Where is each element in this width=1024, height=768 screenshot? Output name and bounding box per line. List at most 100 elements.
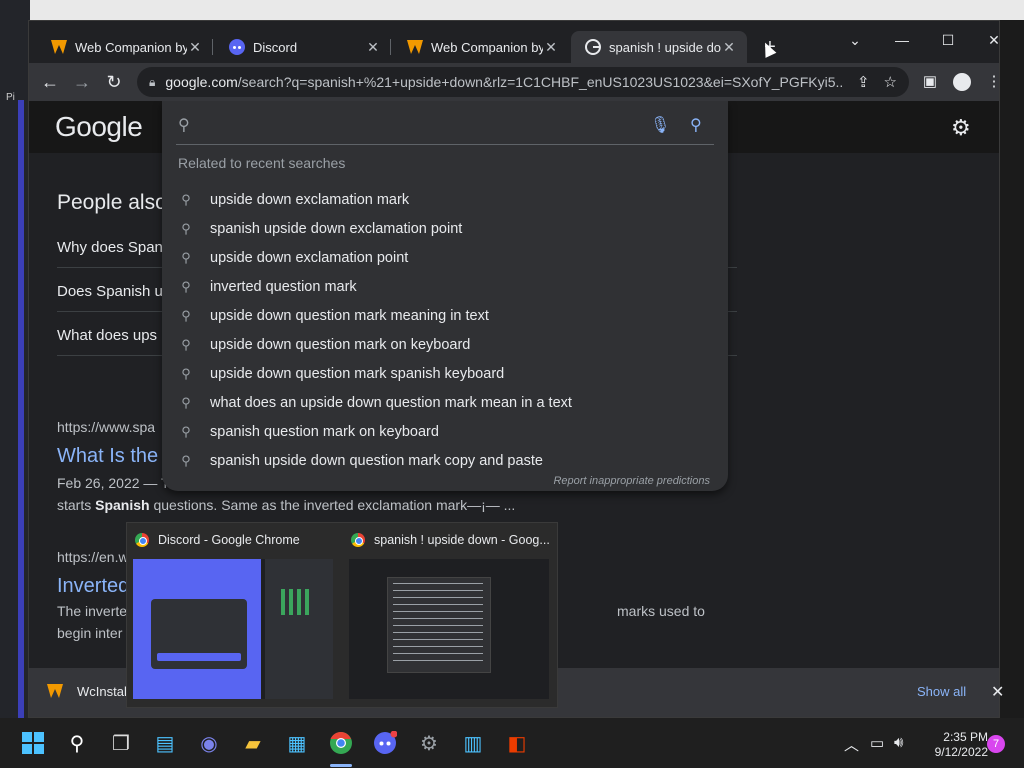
notification-badge[interactable]: 7 bbox=[987, 735, 1005, 753]
bookmark-star-icon[interactable]: ☆ bbox=[884, 73, 897, 91]
download-file-name[interactable]: WcInstal bbox=[77, 684, 127, 699]
suggestion-item[interactable]: ⚲ inverted question mark bbox=[162, 272, 728, 301]
volume-icon[interactable]: 🔊︎ bbox=[894, 734, 903, 751]
webcompanion-icon bbox=[47, 684, 63, 703]
office-icon[interactable]: ◧ bbox=[502, 728, 532, 758]
chrome-taskbar-icon[interactable] bbox=[326, 728, 356, 758]
minimize-button[interactable]: — bbox=[879, 25, 925, 55]
suggestion-item[interactable]: ⚲ what does an upside down question mark … bbox=[162, 388, 728, 417]
tab-label: Web Companion by A bbox=[75, 39, 187, 55]
result-title[interactable]: What Is the bbox=[57, 445, 158, 468]
search-box[interactable]: ⚲ 🎙︎ ⚲ bbox=[176, 109, 714, 145]
search-icon: ⚲ bbox=[181, 307, 191, 323]
microphone-icon[interactable]: 🎙︎ bbox=[650, 115, 670, 135]
address-bar[interactable]: 🔒︎ google.com/search?q=spanish+%21+upsid… bbox=[137, 67, 909, 97]
suggestion-item[interactable]: ⚲ spanish upside down question mark copy … bbox=[162, 446, 728, 475]
menu-icon[interactable]: ⋮ bbox=[981, 69, 1007, 95]
clock-date: 9/12/2022 bbox=[934, 745, 988, 759]
search-icon: ⚲ bbox=[181, 452, 191, 468]
close-tab-icon[interactable]: ✕ bbox=[721, 39, 737, 56]
suggestion-text: spanish upside down question mark copy a… bbox=[210, 452, 543, 469]
settings-gear-icon[interactable]: ⚙ bbox=[951, 115, 971, 141]
suggestion-item[interactable]: ⚲ spanish question mark on keyboard bbox=[162, 417, 728, 446]
browser-toolbar: ← → ↻ 🔒︎ google.com/search?q=spanish+%21… bbox=[29, 63, 1002, 101]
suggestion-text: spanish upside down exclamation point bbox=[210, 220, 463, 237]
suggestion-item[interactable]: ⚲ upside down question mark spanish keybo… bbox=[162, 359, 728, 388]
tab-divider bbox=[212, 39, 213, 55]
search-icon: ⚲ bbox=[181, 220, 191, 236]
desktop-label: Pi bbox=[6, 92, 15, 103]
close-tab-icon[interactable]: ✕ bbox=[365, 39, 381, 56]
tab-label: spanish ! upside down bbox=[609, 39, 721, 55]
maximize-button[interactable]: ☐ bbox=[925, 25, 971, 55]
show-hidden-icons[interactable]: ︿ bbox=[844, 734, 859, 755]
suggestion-text: upside down question mark meaning in tex… bbox=[210, 307, 489, 324]
tab-google-search[interactable]: spanish ! upside down ✕ bbox=[571, 31, 747, 63]
webcompanion-icon bbox=[407, 39, 423, 55]
paa-question[interactable]: Why does Span bbox=[57, 239, 163, 256]
task-view-icon[interactable]: ❐ bbox=[106, 728, 136, 758]
paa-question[interactable]: Does Spanish u bbox=[57, 283, 163, 300]
chrome-icon bbox=[135, 533, 149, 547]
desktop-strip bbox=[18, 100, 24, 720]
settings-icon[interactable]: ⚙ bbox=[414, 728, 444, 758]
search-icon: ⚲ bbox=[181, 191, 191, 207]
result-snippet: starts Spanish questions. Same as the in… bbox=[57, 497, 515, 513]
profile-avatar[interactable] bbox=[949, 69, 975, 95]
search-icon[interactable]: ⚲ bbox=[62, 728, 92, 758]
widgets-icon[interactable]: ▤ bbox=[150, 728, 180, 758]
notepad-icon[interactable]: ▥ bbox=[458, 728, 488, 758]
chrome-icon bbox=[351, 533, 365, 547]
back-icon[interactable]: ← bbox=[37, 69, 63, 95]
result-title[interactable]: Inverted bbox=[57, 575, 129, 598]
thumbnail-google[interactable]: spanish ! upside down - Goog... bbox=[343, 523, 559, 707]
search-icon: ⚲ bbox=[181, 423, 191, 439]
related-searches-label: Related to recent searches bbox=[178, 155, 346, 171]
taskbar-thumbnail-popup: Discord - Google Chrome spanish ! upside… bbox=[126, 522, 558, 708]
teams-chat-icon[interactable]: ◉ bbox=[194, 728, 224, 758]
network-icon[interactable]: ▭ bbox=[870, 734, 884, 752]
snippet-text: questions. Same as the inverted exclamat… bbox=[149, 497, 516, 513]
thumbnail-discord[interactable]: Discord - Google Chrome bbox=[127, 523, 343, 707]
tab-discord[interactable]: Discord ✕ bbox=[215, 31, 391, 63]
tab-web-companion-2[interactable]: Web Companion by A ✕ bbox=[393, 31, 569, 63]
result-cite[interactable]: https://en.w bbox=[57, 549, 129, 565]
windows-start-icon[interactable] bbox=[18, 728, 48, 758]
url-text: google.com/search?q=spanish+%21+upside+d… bbox=[165, 74, 843, 90]
report-predictions-link[interactable]: Report inappropriate predictions bbox=[553, 475, 710, 487]
show-all-downloads-link[interactable]: Show all bbox=[917, 684, 966, 699]
close-window-button[interactable]: ✕ bbox=[971, 25, 1017, 55]
close-tab-icon[interactable]: ✕ bbox=[543, 39, 559, 56]
search-submit-icon[interactable]: ⚲ bbox=[690, 115, 702, 135]
url-host: google.com bbox=[165, 74, 238, 90]
suggestion-item[interactable]: ⚲ upside down question mark on keyboard bbox=[162, 330, 728, 359]
microsoft-store-icon[interactable]: ▦ bbox=[282, 728, 312, 758]
clock[interactable]: 2:35 PM 9/12/2022 bbox=[918, 730, 988, 760]
discord-taskbar-icon[interactable] bbox=[370, 728, 400, 758]
reload-icon[interactable]: ↻ bbox=[101, 69, 127, 95]
tab-divider bbox=[390, 39, 391, 55]
suggestion-item[interactable]: ⚲ spanish upside down exclamation point bbox=[162, 214, 728, 243]
result-cite[interactable]: https://www.spa bbox=[57, 419, 155, 435]
search-icon: ⚲ bbox=[181, 365, 191, 381]
discord-icon bbox=[229, 39, 245, 55]
share-icon[interactable]: ⇪ bbox=[857, 73, 870, 91]
paa-question[interactable]: What does ups bbox=[57, 327, 157, 344]
snippet-bold: Spanish bbox=[95, 497, 150, 513]
close-download-bar-icon[interactable]: ✕ bbox=[991, 682, 1004, 702]
search-icon: ⚲ bbox=[181, 336, 191, 352]
suggestion-text: inverted question mark bbox=[210, 278, 357, 295]
suggestion-item[interactable]: ⚲ upside down exclamation point bbox=[162, 243, 728, 272]
suggestion-item[interactable]: ⚲ upside down question mark meaning in te… bbox=[162, 301, 728, 330]
google-logo[interactable]: Google bbox=[55, 111, 143, 143]
suggestion-item[interactable]: ⚲ upside down exclamation mark bbox=[162, 185, 728, 214]
result-snippet: The inverte bbox=[57, 603, 128, 619]
tab-web-companion-1[interactable]: Web Companion by A ✕ bbox=[37, 31, 213, 63]
lock-icon: 🔒︎ bbox=[149, 74, 156, 89]
close-tab-icon[interactable]: ✕ bbox=[187, 39, 203, 56]
suggestion-text: spanish question mark on keyboard bbox=[210, 423, 439, 440]
file-explorer-icon[interactable]: ▰ bbox=[238, 728, 268, 758]
forward-icon[interactable]: → bbox=[69, 69, 95, 95]
side-panel-icon[interactable]: ▣ bbox=[917, 69, 943, 95]
tab-search-icon[interactable]: ⌄ bbox=[832, 25, 878, 55]
